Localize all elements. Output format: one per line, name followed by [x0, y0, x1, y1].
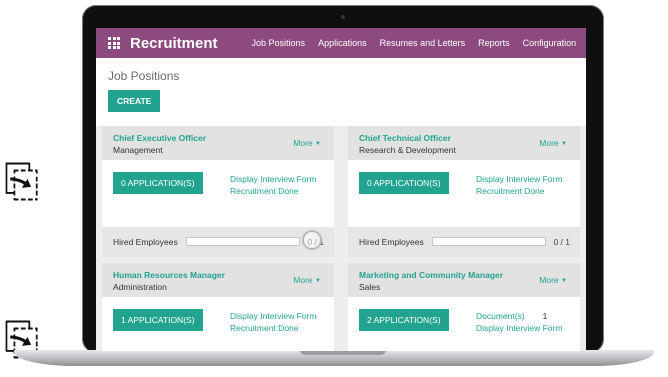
main-menu: Job Positions Applications Resumes and L… [252, 38, 577, 48]
applications-button[interactable]: 2 APPLICATION(S) [359, 309, 449, 331]
menu-reports[interactable]: Reports [478, 38, 510, 48]
card-links: Display Interview Form Recruitment Done [230, 174, 316, 197]
more-dropdown[interactable]: More ▼ [293, 275, 321, 285]
job-department: Sales [359, 282, 381, 292]
more-dropdown[interactable]: More ▼ [293, 138, 321, 148]
documents-link[interactable]: Document(s) 1 [476, 311, 562, 323]
card-footer: Hired Employees 0 / 1 [348, 227, 580, 257]
job-department: Administration [113, 282, 167, 292]
card-footer: Hired Employees 0 / 1 [102, 227, 334, 257]
applications-button[interactable]: 0 APPLICATION(S) [359, 172, 449, 194]
menu-resumes-letters[interactable]: Resumes and Letters [380, 38, 466, 48]
screen: Recruitment Job Positions Applications R… [96, 28, 586, 351]
breadcrumb: Job Positions [108, 69, 180, 83]
job-card[interactable]: Chief Executive Officer Management More … [102, 126, 334, 257]
display-interview-form-link[interactable]: Display Interview Form [230, 311, 316, 323]
job-card[interactable]: Marketing and Community Manager Sales Mo… [348, 263, 580, 351]
recruitment-done-link[interactable]: Recruitment Done [230, 186, 316, 198]
display-interview-form-link[interactable]: Display Interview Form [476, 174, 562, 186]
menu-configuration[interactable]: Configuration [523, 38, 577, 48]
hired-count: 0 / 1 [553, 237, 570, 247]
recruitment-done-link[interactable]: Recruitment Done [476, 186, 562, 198]
caret-down-icon: ▼ [561, 278, 567, 284]
card-header: Marketing and Community Manager Sales Mo… [348, 263, 580, 297]
job-card[interactable]: Human Resources Manager Administration M… [102, 263, 334, 351]
job-title[interactable]: Chief Technical Officer [359, 133, 451, 143]
applications-button[interactable]: 0 APPLICATION(S) [113, 172, 203, 194]
hired-progress-bar [186, 237, 300, 246]
grid-icon[interactable] [108, 37, 120, 49]
hired-employees-label: Hired Employees [113, 237, 178, 247]
app-title[interactable]: Recruitment [130, 35, 218, 52]
job-department: Research & Development [359, 145, 456, 155]
background-glyph-top: ⎘ [4, 156, 40, 207]
display-interview-form-link[interactable]: Display Interview Form [476, 323, 562, 335]
caret-down-icon: ▼ [315, 141, 321, 147]
hired-employees-label: Hired Employees [359, 237, 424, 247]
caret-down-icon: ▼ [561, 141, 567, 147]
pointer-cursor [302, 230, 322, 250]
kanban-view: Chief Executive Officer Management More … [96, 126, 586, 351]
job-title[interactable]: Human Resources Manager [113, 270, 225, 280]
card-links: Document(s) 1 Display Interview Form [476, 311, 562, 334]
menu-job-positions[interactable]: Job Positions [252, 38, 306, 48]
caret-down-icon: ▼ [315, 278, 321, 284]
job-card[interactable]: Chief Technical Officer Research & Devel… [348, 126, 580, 257]
camera-icon [341, 15, 345, 19]
job-title[interactable]: Marketing and Community Manager [359, 270, 503, 280]
card-links: Display Interview Form Recruitment Done [230, 311, 316, 334]
applications-button[interactable]: 1 APPLICATION(S) [113, 309, 203, 331]
card-links: Display Interview Form Recruitment Done [476, 174, 562, 197]
more-dropdown[interactable]: More ▼ [539, 275, 567, 285]
job-title[interactable]: Chief Executive Officer [113, 133, 206, 143]
card-header: Chief Technical Officer Research & Devel… [348, 126, 580, 160]
recruitment-done-link[interactable]: Recruitment Done [230, 323, 316, 335]
hired-progress-bar [432, 237, 546, 246]
menu-applications[interactable]: Applications [318, 38, 367, 48]
card-header: Chief Executive Officer Management More … [102, 126, 334, 160]
job-department: Management [113, 145, 163, 155]
card-header: Human Resources Manager Administration M… [102, 263, 334, 297]
top-navbar: Recruitment Job Positions Applications R… [96, 28, 586, 58]
create-button[interactable]: CREATE [108, 90, 161, 112]
display-interview-form-link[interactable]: Display Interview Form [230, 174, 316, 186]
more-dropdown[interactable]: More ▼ [539, 138, 567, 148]
document-count: 1 [542, 311, 548, 321]
